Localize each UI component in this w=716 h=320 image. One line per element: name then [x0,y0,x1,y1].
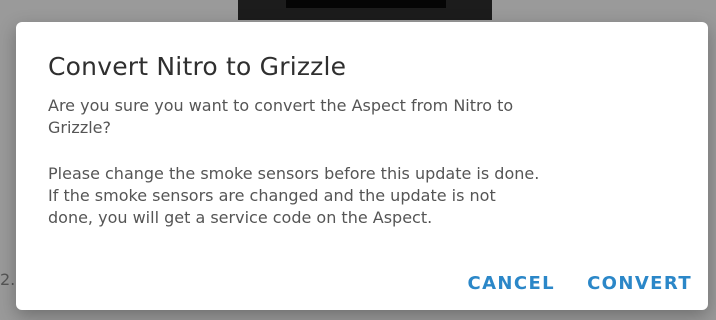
backdrop-header-notch [286,0,446,8]
dialog-confirm-question: Are you sure you want to convert the Asp… [48,96,514,137]
dialog-warning-text: Please change the smoke sensors before t… [48,164,540,227]
dialog-actions: CANCEL CONVERT [467,273,692,294]
convert-button[interactable]: CONVERT [587,273,692,294]
backdrop-text-fragment: 2. [0,270,16,289]
convert-dialog: Convert Nitro to Grizzle Are you sure yo… [16,22,708,310]
dialog-title: Convert Nitro to Grizzle [48,52,347,81]
cancel-button[interactable]: CANCEL [467,273,555,294]
